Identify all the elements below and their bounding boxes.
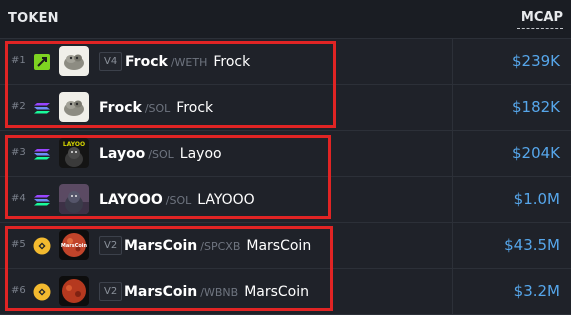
rank-label: #5: [11, 239, 26, 250]
token-name: MarsCoin: [246, 238, 312, 254]
token-info: Frock/SOL Frock: [99, 97, 213, 116]
token-info: Layoo/SOL Layoo: [99, 143, 222, 162]
mcap-value: $182K: [511, 98, 560, 116]
mcap-value: $239K: [511, 52, 560, 70]
token-name: LAYOOO: [197, 192, 255, 208]
marscoin-token-logo: MarsCoin: [59, 230, 89, 260]
version-badge: V4: [99, 52, 123, 71]
column-divider: [452, 131, 453, 176]
token-info: MarsCoin/SPCXB MarsCoin: [124, 235, 311, 254]
pair-label: /SOL: [148, 148, 174, 161]
token-column-header[interactable]: TOKEN: [8, 11, 59, 26]
table-row[interactable]: #1 V4 Frock/WETH Frock $239K: [0, 39, 571, 85]
solana-icon: [33, 145, 51, 163]
token-name: MarsCoin: [244, 284, 309, 300]
token-symbol: MarsCoin: [124, 284, 198, 300]
mcap-value: $1.0M: [513, 190, 560, 208]
mcap-sort-underline: [517, 28, 563, 29]
pair-label: /SOL: [144, 102, 171, 115]
table-row[interactable]: #2 Frock/SOL Frock $182K: [0, 85, 571, 131]
table-row[interactable]: #4 LAYOOO/SOL LAYOOO $1.0M: [0, 177, 571, 223]
layooo-token-logo: [59, 184, 89, 214]
pair-label: /WBNB: [200, 286, 239, 299]
mcap-column-header[interactable]: MCAP: [521, 10, 563, 25]
frock-token-logo: [59, 46, 89, 76]
column-divider: [452, 177, 453, 222]
rank-label: #3: [11, 147, 26, 158]
solana-icon: [33, 191, 51, 209]
token-symbol: Layoo: [99, 146, 146, 162]
lime-chain-icon: [33, 53, 51, 71]
rank-label: #2: [11, 101, 26, 112]
token-info: MarsCoin/WBNB MarsCoin: [124, 281, 309, 300]
layoo-token-logo: LAYOO: [59, 138, 89, 168]
bnb-icon: [33, 283, 51, 301]
version-badge: V2: [99, 236, 123, 255]
table-row[interactable]: #5 MarsCoin V2 MarsCoin/SPCXB MarsCoin $4…: [0, 223, 571, 269]
rank-label: #6: [11, 285, 26, 296]
marscoin-token-logo: [59, 276, 89, 306]
token-info: LAYOOO/SOL LAYOOO: [99, 189, 255, 208]
layoo-logo-text: LAYOO: [63, 141, 85, 148]
mcap-value: $204K: [511, 144, 560, 162]
rank-label: #1: [11, 55, 26, 66]
token-symbol: LAYOOO: [99, 192, 163, 208]
token-symbol: Frock: [99, 100, 142, 116]
token-info: Frock/WETH Frock: [125, 51, 250, 70]
token-symbol: MarsCoin: [124, 238, 198, 254]
table-row[interactable]: #3 LAYOO Layoo/SOL Layoo $204K: [0, 131, 571, 177]
token-name: Frock: [213, 54, 251, 70]
table-row[interactable]: #6 V2 MarsCoin/WBNB MarsCoin $3.2M: [0, 269, 571, 315]
token-name: Frock: [176, 100, 214, 116]
marscoin-logo-text: MarsCoin: [61, 243, 88, 249]
rank-label: #4: [11, 193, 26, 204]
pair-label: /SPCXB: [200, 240, 241, 253]
mcap-value: $43.5M: [504, 236, 560, 254]
pair-label: /WETH: [170, 56, 208, 69]
token-name: Layoo: [179, 146, 222, 162]
table-header: TOKEN MCAP: [0, 0, 571, 39]
bnb-icon: [33, 237, 51, 255]
mcap-value: $3.2M: [513, 282, 560, 300]
solana-icon: [33, 99, 51, 117]
column-divider: [452, 223, 453, 268]
token-symbol: Frock: [125, 54, 168, 70]
column-divider: [452, 39, 453, 84]
version-badge: V2: [99, 282, 123, 301]
frock-token-logo: [59, 92, 89, 122]
pair-label: /SOL: [165, 194, 192, 207]
column-divider: [452, 85, 453, 130]
column-divider: [452, 269, 453, 314]
